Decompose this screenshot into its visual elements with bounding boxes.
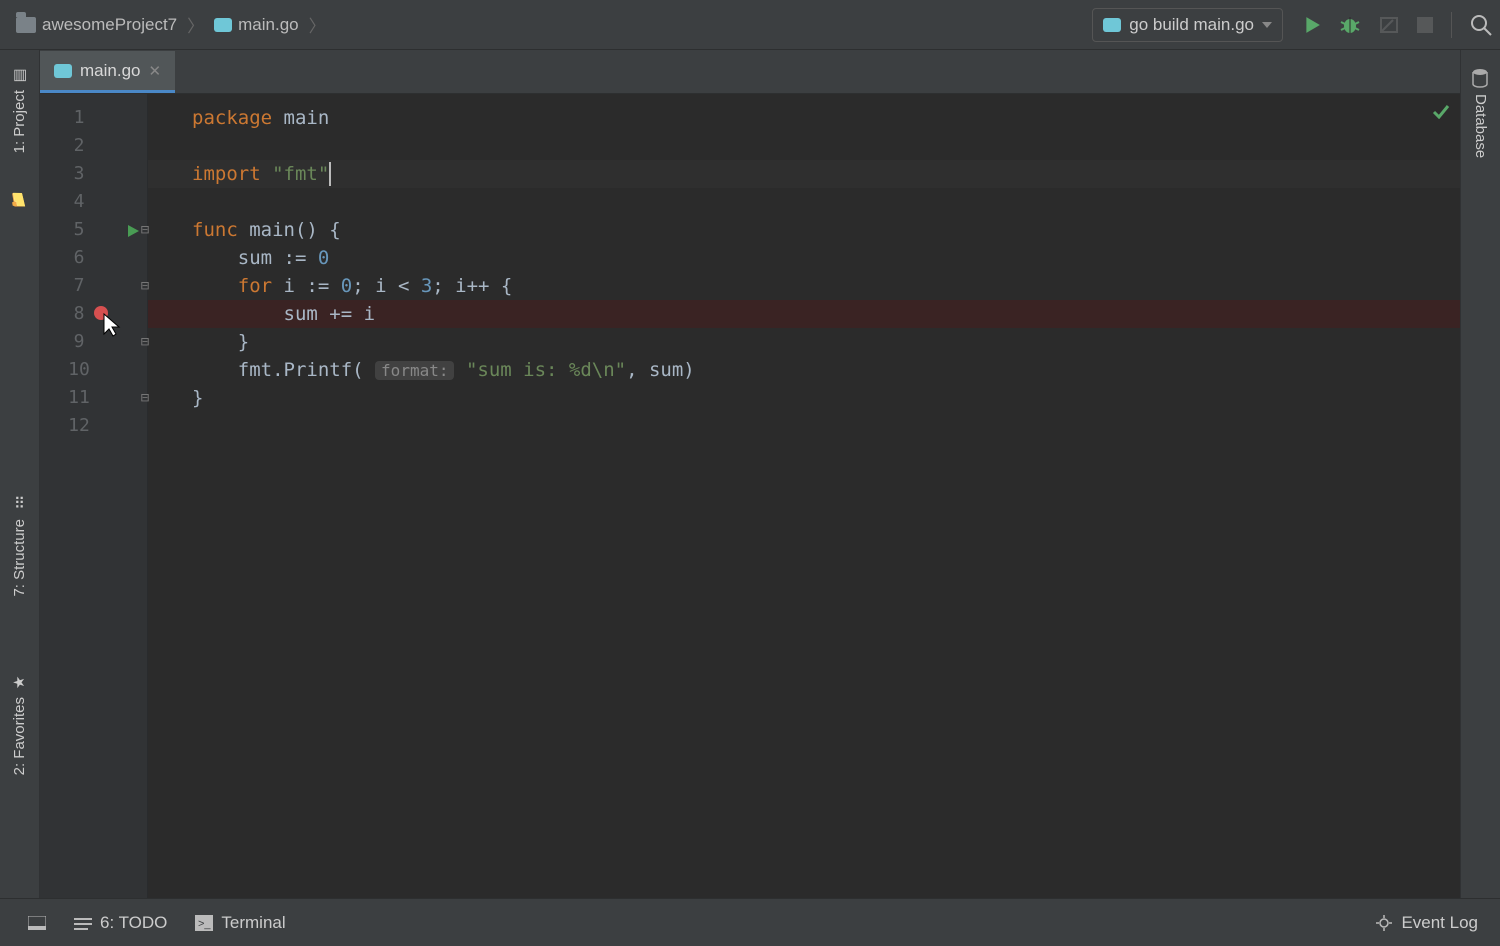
project-tool-window-button[interactable]: 1: Project ▤ — [8, 58, 31, 163]
debug-button[interactable] — [1339, 15, 1361, 35]
right-tool-strip: Database — [1460, 50, 1500, 898]
ok-marker-icon — [1432, 102, 1450, 124]
code-line[interactable]: } — [148, 384, 1460, 412]
database-label: Database — [1472, 94, 1489, 158]
structure-icon: ⠿ — [12, 497, 28, 513]
close-tab-icon[interactable]: ✕ — [148, 62, 161, 80]
mouse-cursor — [102, 312, 122, 343]
run-config-selector[interactable]: go build main.go — [1092, 8, 1283, 42]
bottom-tool-strip: 6: TODO >_ Terminal Event Log — [0, 898, 1500, 946]
line-number: 4 — [40, 188, 118, 216]
code-line[interactable]: sum += i — [148, 300, 1460, 328]
go-file-icon — [214, 18, 232, 32]
run-button[interactable] — [1303, 16, 1321, 34]
folder-icon: 📁 — [12, 193, 28, 209]
line-number: 5 — [40, 216, 118, 244]
line-number: 11 — [40, 384, 118, 412]
tab-label: main.go — [80, 61, 140, 81]
go-file-icon — [54, 64, 72, 78]
run-coverage-button[interactable] — [1379, 16, 1399, 34]
code-line[interactable]: fmt.Printf( format: "sum is: %d\n", sum) — [148, 356, 1460, 384]
search-button[interactable] — [1470, 14, 1492, 36]
breadcrumb[interactable]: awesomeProject7 — [8, 15, 185, 35]
breadcrumb-file: main.go — [238, 15, 298, 35]
favorites-label: 2: Favorites — [11, 697, 28, 775]
line-number: 10 — [40, 356, 118, 384]
chevron-right-icon: 〉 — [185, 12, 206, 37]
project-label: 1: Project — [11, 90, 28, 153]
code-line[interactable]: func main() { — [148, 216, 1460, 244]
favorites-tool-window-button[interactable]: 2: Favorites ★ — [8, 665, 31, 785]
code-line[interactable]: import "fmt" — [148, 160, 1460, 188]
code-editor[interactable]: 12345⊟67⊟89⊟1011⊟12 package mainimport "… — [40, 94, 1460, 898]
database-tool-window-button[interactable]: Database — [1469, 58, 1492, 168]
run-config-label: go build main.go — [1129, 15, 1254, 35]
go-file-icon — [1103, 18, 1121, 32]
line-number: 3 — [40, 160, 118, 188]
project-icon: ▤ — [12, 68, 28, 84]
hide-tool-windows-button[interactable] — [14, 916, 60, 930]
terminal-tool-window-button[interactable]: >_ Terminal — [181, 913, 299, 933]
folder-tool-icon[interactable]: 📁 — [9, 183, 31, 219]
run-toolbar — [1283, 12, 1492, 38]
event-log-button[interactable]: Event Log — [1401, 913, 1478, 933]
param-hint: format: — [375, 361, 454, 380]
todo-tool-window-button[interactable]: 6: TODO — [60, 913, 181, 933]
code-line[interactable] — [148, 132, 1460, 160]
navigation-bar: awesomeProject7 〉 main.go 〉 go build mai… — [0, 0, 1500, 50]
caret — [329, 162, 331, 186]
breadcrumb-project: awesomeProject7 — [42, 15, 177, 35]
code-line[interactable]: sum := 0 — [148, 244, 1460, 272]
code-line[interactable]: for i := 0; i < 3; i++ { — [148, 272, 1460, 300]
event-log-icon — [1375, 914, 1393, 932]
star-icon: ★ — [12, 675, 28, 691]
line-number: 7 — [40, 272, 118, 300]
line-number: 12 — [40, 412, 118, 440]
chevron-right-icon: 〉 — [307, 12, 328, 37]
code-line[interactable] — [148, 412, 1460, 440]
code-line[interactable]: package main — [148, 104, 1460, 132]
line-number: 6 — [40, 244, 118, 272]
todo-label: 6: TODO — [100, 913, 167, 933]
code-line[interactable]: } — [148, 328, 1460, 356]
structure-label: 7: Structure — [11, 519, 28, 597]
line-number: 2 — [40, 132, 118, 160]
left-tool-strip: 1: Project ▤ 📁 7: Structure ⠿ 2: Favorit… — [0, 50, 40, 898]
terminal-label: Terminal — [221, 913, 285, 933]
stop-button[interactable] — [1417, 17, 1433, 33]
run-gutter-icon[interactable] — [126, 221, 140, 243]
chevron-down-icon — [1262, 22, 1272, 28]
editor-tabs: main.go ✕ — [40, 50, 1460, 94]
folder-icon — [16, 17, 36, 33]
structure-tool-window-button[interactable]: 7: Structure ⠿ — [8, 487, 31, 607]
gutter[interactable]: 12345⊟67⊟89⊟1011⊟12 — [40, 94, 148, 898]
editor-tab-main[interactable]: main.go ✕ — [40, 51, 175, 93]
code-line[interactable] — [148, 188, 1460, 216]
database-icon — [1472, 68, 1489, 88]
breadcrumb-file-seg[interactable]: main.go — [206, 15, 306, 35]
line-number: 1 — [40, 104, 118, 132]
svg-text:>_: >_ — [198, 918, 211, 930]
